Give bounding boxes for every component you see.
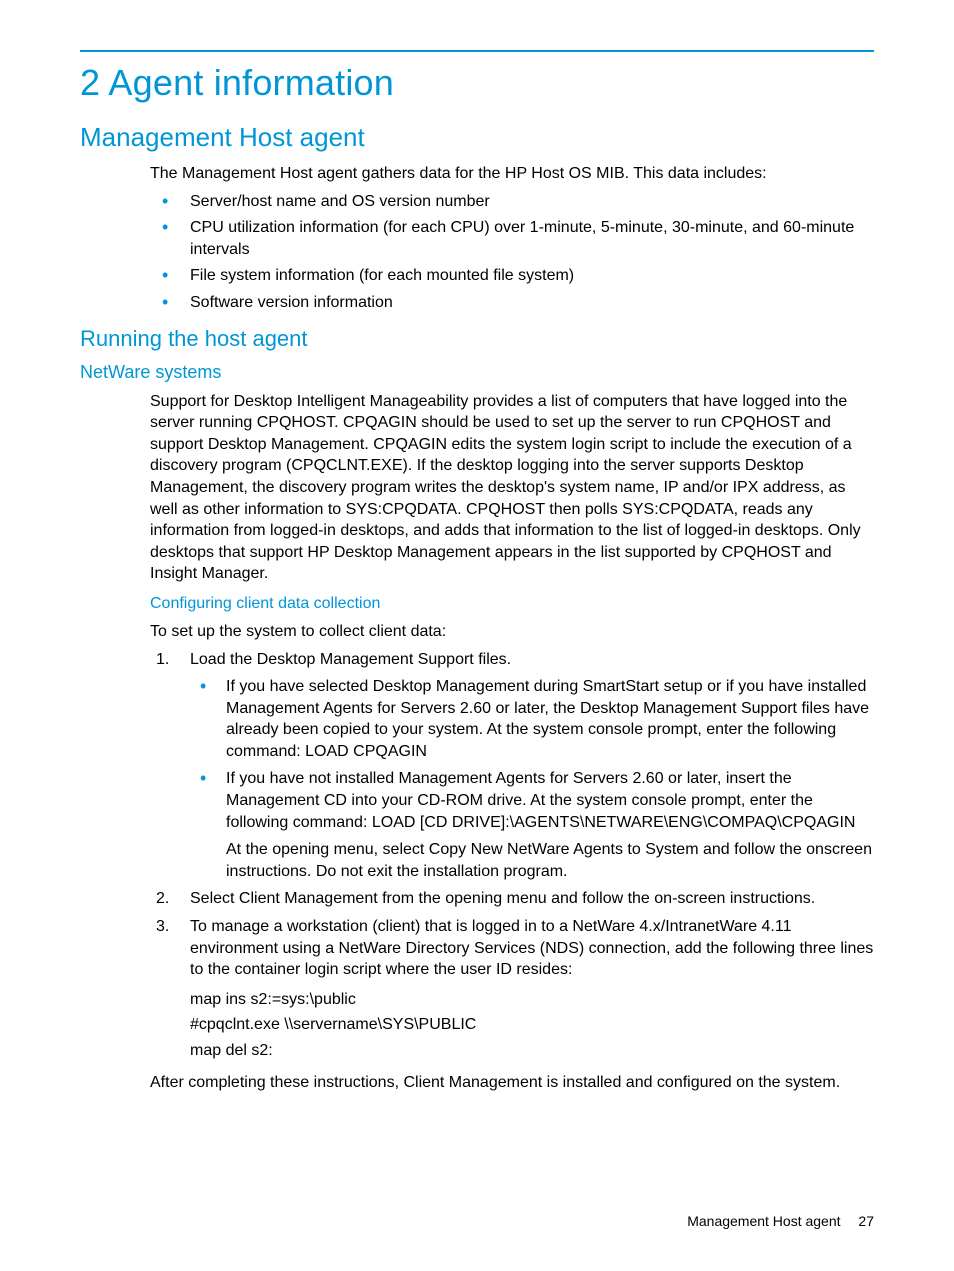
footer-section: Management Host agent	[687, 1213, 840, 1229]
section-configuring-client-data: Configuring client data collection	[150, 595, 874, 613]
list-item: If you have not installed Management Age…	[190, 768, 874, 882]
sub-item-text: If you have not installed Management Age…	[226, 770, 855, 830]
section-management-host-agent: Management Host agent	[80, 122, 874, 153]
closing-paragraph: After completing these instructions, Cli…	[150, 1072, 874, 1094]
document-page: 2 Agent information Management Host agen…	[0, 0, 954, 1271]
login-script-lines: map ins s2:=sys:\public #cpqclnt.exe \\s…	[190, 987, 874, 1064]
chapter-title: 2 Agent information	[80, 62, 874, 104]
step-1-sublist: If you have selected Desktop Management …	[190, 676, 874, 882]
list-item: CPU utilization information (for each CP…	[150, 217, 874, 260]
code-line: map del s2:	[190, 1038, 874, 1064]
section-running-host-agent: Running the host agent	[80, 326, 874, 352]
section-netware-systems: NetWare systems	[80, 362, 874, 383]
list-item: Server/host name and OS version number	[150, 191, 874, 213]
code-line: #cpqclnt.exe \\servername\SYS\PUBLIC	[190, 1012, 874, 1038]
step-1-text: Load the Desktop Management Support file…	[190, 651, 511, 668]
intro-paragraph: The Management Host agent gathers data f…	[150, 163, 874, 185]
step-3-text: To manage a workstation (client) that is…	[190, 918, 873, 978]
top-rule	[80, 50, 874, 52]
page-number: 27	[858, 1213, 874, 1229]
step-2: Select Client Management from the openin…	[150, 888, 874, 910]
code-line: map ins s2:=sys:\public	[190, 987, 874, 1013]
list-item: If you have selected Desktop Management …	[190, 676, 874, 762]
config-steps: Load the Desktop Management Support file…	[150, 649, 874, 1064]
netware-paragraph: Support for Desktop Intelligent Manageab…	[150, 391, 874, 585]
step-1: Load the Desktop Management Support file…	[150, 649, 874, 883]
page-footer: Management Host agent 27	[687, 1213, 874, 1229]
step-3: To manage a workstation (client) that is…	[150, 916, 874, 1064]
feature-list: Server/host name and OS version number C…	[150, 191, 874, 314]
sub-item-extra: At the opening menu, select Copy New Net…	[226, 839, 874, 882]
config-lead: To set up the system to collect client d…	[150, 621, 874, 643]
list-item: Software version information	[150, 292, 874, 314]
list-item: File system information (for each mounte…	[150, 265, 874, 287]
